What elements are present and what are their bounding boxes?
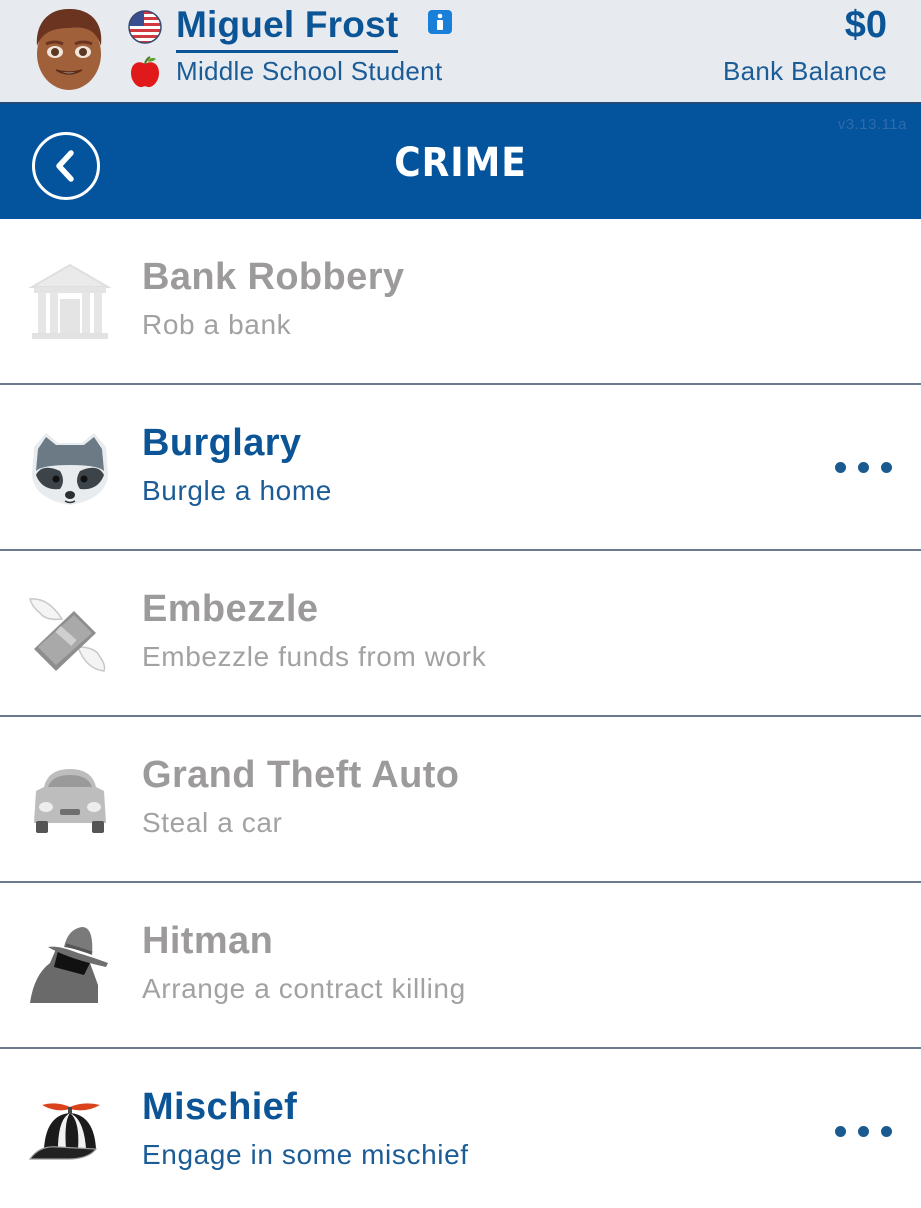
crime-title: Embezzle: [142, 588, 319, 630]
raccoon-icon: [32, 433, 108, 505]
profile-header: Miguel Frost Middle School Student $0 Ba…: [0, 0, 921, 102]
crime-description: Arrange a contract killing: [142, 973, 466, 1004]
page-title: CRIME: [394, 140, 527, 186]
propeller-cap-icon: [28, 1103, 100, 1160]
occupation-label: Middle School Student: [176, 56, 443, 86]
dot: [858, 1126, 869, 1137]
crime-description: Steal a car: [142, 807, 283, 838]
spy-icon: [30, 927, 108, 1003]
car-icon: [34, 769, 106, 833]
more-options-button[interactable]: [833, 1117, 895, 1147]
crime-description: Engage in some mischief: [142, 1139, 469, 1170]
crime-title: Hitman: [142, 920, 274, 962]
crime-title: Burglary: [142, 422, 302, 464]
dot: [858, 462, 869, 473]
bank-balance-value: $0: [844, 4, 887, 46]
crime-item-burglary[interactable]: Burglary Burgle a home: [0, 385, 921, 551]
bank-icon: [28, 263, 112, 339]
info-icon[interactable]: [428, 10, 452, 34]
more-options-button[interactable]: [833, 453, 895, 483]
crime-title: Grand Theft Auto: [142, 754, 460, 796]
dot: [835, 1126, 846, 1137]
title-bar: CRIME v3.13.11a: [0, 102, 921, 219]
version-label: v3.13.11a: [837, 116, 907, 133]
crime-item-grand-theft-auto[interactable]: Grand Theft Auto Steal a car: [0, 717, 921, 883]
apple-icon: [131, 56, 159, 88]
face-avatar-icon[interactable]: [30, 6, 108, 92]
crime-item-bank-robbery[interactable]: Bank Robbery Rob a bank: [0, 219, 921, 385]
dot: [835, 462, 846, 473]
dot: [881, 462, 892, 473]
crime-list: Bank Robbery Rob a bank Burglary Burgle …: [0, 219, 921, 1208]
crime-description: Rob a bank: [142, 309, 292, 340]
crime-item-embezzle[interactable]: Embezzle Embezzle funds from work: [0, 551, 921, 717]
crime-title: Bank Robbery: [142, 256, 405, 298]
us-flag-icon: [128, 10, 162, 44]
crime-description: Embezzle funds from work: [142, 641, 487, 672]
bank-balance-label: Bank Balance: [722, 56, 887, 86]
crime-item-hitman[interactable]: Hitman Arrange a contract killing: [0, 883, 921, 1049]
crime-title: Mischief: [142, 1086, 298, 1128]
dot: [881, 1126, 892, 1137]
player-name-link[interactable]: Miguel Frost: [176, 2, 399, 53]
money-with-wings-icon: [29, 598, 106, 672]
crime-item-mischief[interactable]: Mischief Engage in some mischief: [0, 1049, 921, 1208]
crime-description: Burgle a home: [142, 475, 332, 506]
